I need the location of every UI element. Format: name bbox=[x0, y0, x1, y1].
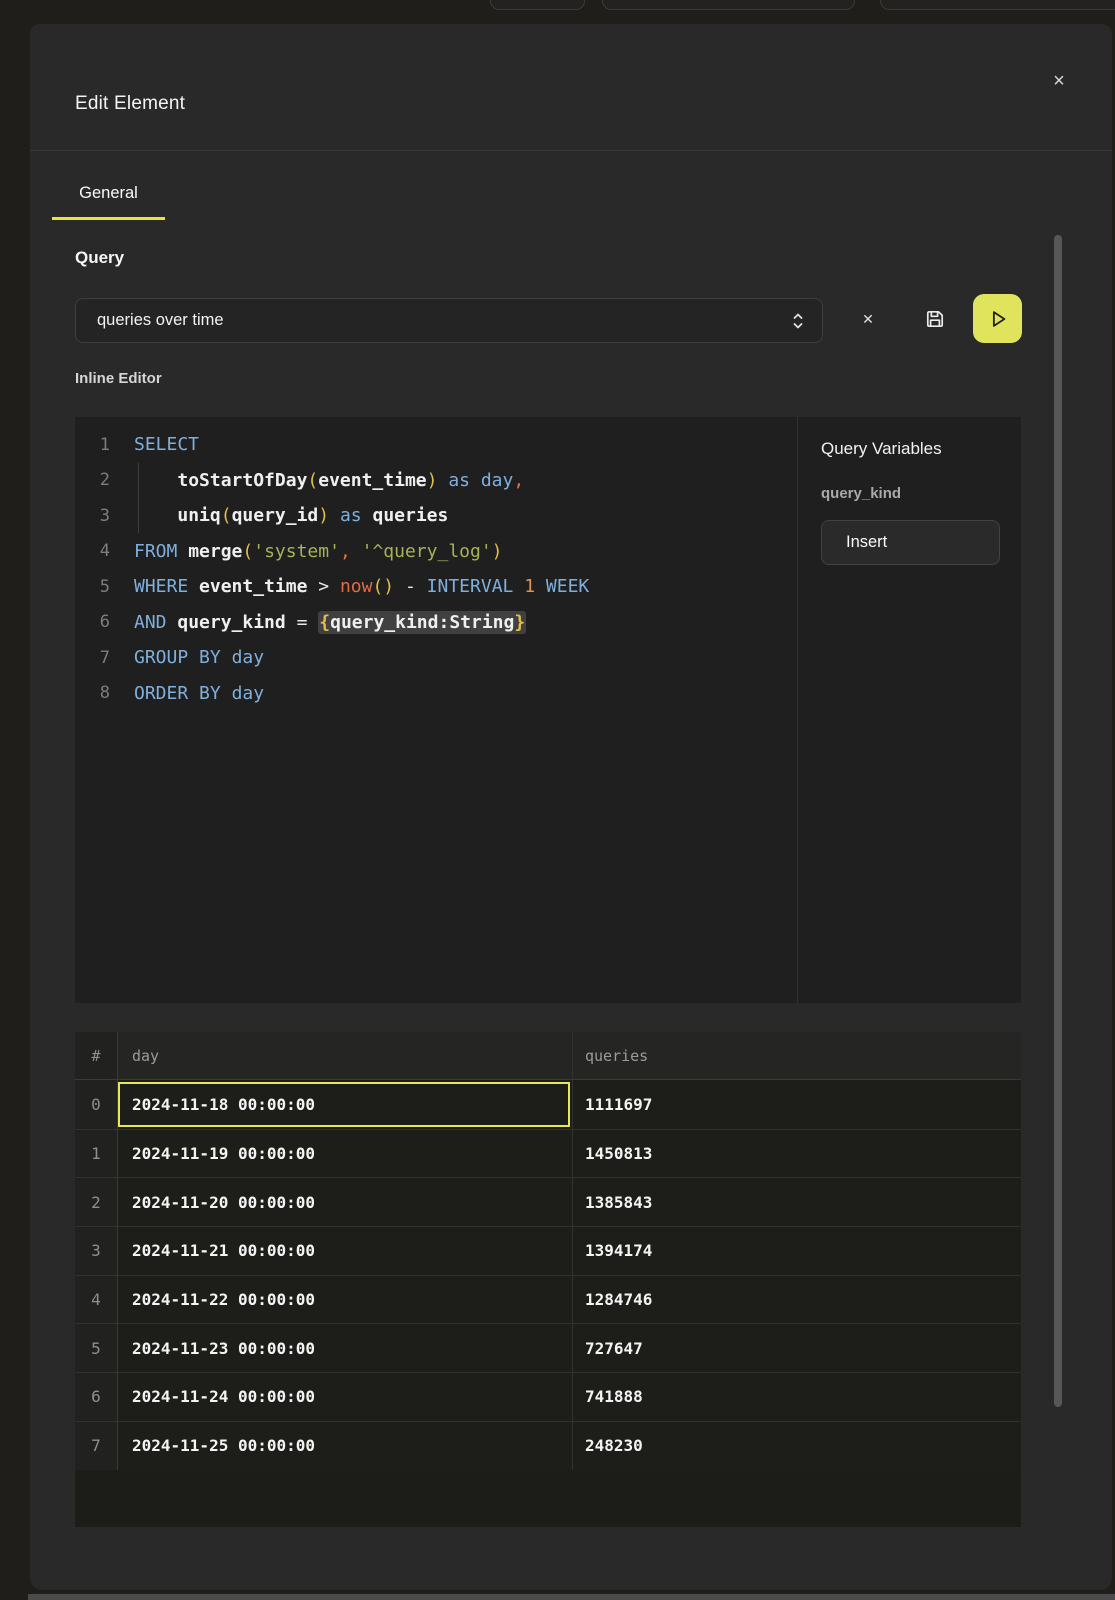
line-number: 5 bbox=[75, 577, 110, 597]
line-number: 8 bbox=[75, 683, 110, 703]
cell-queries[interactable]: 1394174 bbox=[572, 1226, 1021, 1275]
column-header-queries[interactable]: queries bbox=[572, 1032, 1021, 1080]
close-icon[interactable]: × bbox=[1044, 66, 1074, 96]
cell-queries[interactable]: 1450813 bbox=[572, 1129, 1021, 1178]
table-row: 02024-11-18 00:00:001111697 bbox=[75, 1080, 1021, 1129]
insert-variable-button[interactable]: Insert bbox=[821, 520, 1000, 565]
background-topbar bbox=[0, 0, 1115, 24]
line-number: 1 bbox=[75, 435, 110, 455]
query-variables-heading: Query Variables bbox=[821, 439, 942, 459]
table-row: 22024-11-20 00:00:001385843 bbox=[75, 1177, 1021, 1226]
cell-day[interactable]: 2024-11-18 00:00:00 bbox=[118, 1080, 572, 1129]
cell-queries[interactable]: 1385843 bbox=[572, 1177, 1021, 1226]
save-icon bbox=[923, 307, 947, 331]
line-number: 6 bbox=[75, 612, 110, 632]
table-row: 52024-11-23 00:00:00727647 bbox=[75, 1323, 1021, 1372]
cell-day[interactable]: 2024-11-23 00:00:00 bbox=[118, 1323, 572, 1372]
play-icon bbox=[987, 308, 1009, 330]
save-query-button[interactable] bbox=[920, 304, 950, 334]
row-index: 0 bbox=[75, 1080, 118, 1129]
row-index: 5 bbox=[75, 1323, 118, 1372]
row-index: 3 bbox=[75, 1226, 118, 1275]
query-section-heading: Query bbox=[75, 248, 124, 268]
row-index: 4 bbox=[75, 1275, 118, 1324]
query-select-value: queries over time bbox=[97, 311, 790, 330]
run-query-button[interactable] bbox=[973, 294, 1022, 343]
table-header-row: #dayqueries bbox=[75, 1032, 1021, 1080]
table-row: 62024-11-24 00:00:00741888 bbox=[75, 1372, 1021, 1421]
query-parameter-chip[interactable]: {query_kind:String} bbox=[318, 611, 526, 634]
edit-element-dialog: Edit Element × General Query queries ove… bbox=[30, 24, 1112, 1590]
row-index: 7 bbox=[75, 1421, 118, 1470]
results-table: #dayqueries02024-11-18 00:00:00111169712… bbox=[75, 1032, 1021, 1527]
clear-query-button[interactable]: ✕ bbox=[853, 304, 883, 334]
row-index: 1 bbox=[75, 1129, 118, 1178]
line-number: 7 bbox=[75, 648, 110, 668]
code-line[interactable]: 8ORDER BY day bbox=[75, 676, 797, 712]
table-row: 72024-11-25 00:00:00248230 bbox=[75, 1421, 1021, 1470]
code-pane[interactable]: 1SELECT2 toStartOfDay(event_time) as day… bbox=[75, 427, 797, 711]
background-element bbox=[490, 0, 585, 10]
dialog-title: Edit Element bbox=[75, 93, 185, 115]
code-line[interactable]: 2 toStartOfDay(event_time) as day, bbox=[75, 463, 797, 499]
code-line[interactable]: 5WHERE event_time > now() - INTERVAL 1 W… bbox=[75, 569, 797, 605]
table-row: 32024-11-21 00:00:001394174 bbox=[75, 1226, 1021, 1275]
cell-day[interactable]: 2024-11-21 00:00:00 bbox=[118, 1226, 572, 1275]
cell-queries[interactable]: 248230 bbox=[572, 1421, 1021, 1470]
cell-day[interactable]: 2024-11-19 00:00:00 bbox=[118, 1129, 572, 1178]
column-header-day[interactable]: day bbox=[118, 1032, 572, 1080]
query-select[interactable]: queries over time bbox=[75, 298, 823, 343]
line-number: 2 bbox=[75, 470, 110, 490]
cell-queries[interactable]: 1284746 bbox=[572, 1275, 1021, 1324]
column-header-index[interactable]: # bbox=[75, 1032, 118, 1080]
cell-day[interactable]: 2024-11-20 00:00:00 bbox=[118, 1177, 572, 1226]
modal-scrollbar[interactable] bbox=[1054, 235, 1062, 1407]
cell-queries[interactable]: 727647 bbox=[572, 1323, 1021, 1372]
line-number: 4 bbox=[75, 541, 110, 561]
code-line[interactable]: 1SELECT bbox=[75, 427, 797, 463]
query-variables-panel: Query Variables query_kind Insert bbox=[797, 417, 1021, 1003]
row-index: 6 bbox=[75, 1372, 118, 1421]
code-line[interactable]: 4FROM merge('system', '^query_log') bbox=[75, 534, 797, 570]
cell-day[interactable]: 2024-11-25 00:00:00 bbox=[118, 1421, 572, 1470]
code-line[interactable]: 7GROUP BY day bbox=[75, 640, 797, 676]
inline-editor-label: Inline Editor bbox=[75, 370, 162, 387]
cell-queries[interactable]: 1111697 bbox=[572, 1080, 1021, 1129]
sql-editor[interactable]: 1SELECT2 toStartOfDay(event_time) as day… bbox=[75, 417, 1021, 1003]
table-row: 42024-11-22 00:00:001284746 bbox=[75, 1275, 1021, 1324]
background-bottom-bar bbox=[28, 1594, 1115, 1600]
code-line[interactable]: 6AND query_kind = {query_kind:String} bbox=[75, 605, 797, 641]
variable-name-label: query_kind bbox=[821, 485, 901, 502]
line-number: 3 bbox=[75, 506, 110, 526]
chevron-updown-icon bbox=[790, 311, 806, 331]
background-element bbox=[880, 0, 1115, 10]
table-row: 12024-11-19 00:00:001450813 bbox=[75, 1129, 1021, 1178]
row-index: 2 bbox=[75, 1177, 118, 1226]
cell-day[interactable]: 2024-11-22 00:00:00 bbox=[118, 1275, 572, 1324]
background-element bbox=[602, 0, 855, 10]
indent-guide bbox=[138, 463, 139, 533]
cell-day[interactable]: 2024-11-24 00:00:00 bbox=[118, 1372, 572, 1421]
header-divider bbox=[30, 150, 1112, 151]
cell-queries[interactable]: 741888 bbox=[572, 1372, 1021, 1421]
code-line[interactable]: 3 uniq(query_id) as queries bbox=[75, 498, 797, 534]
tab-general[interactable]: General bbox=[52, 150, 165, 220]
